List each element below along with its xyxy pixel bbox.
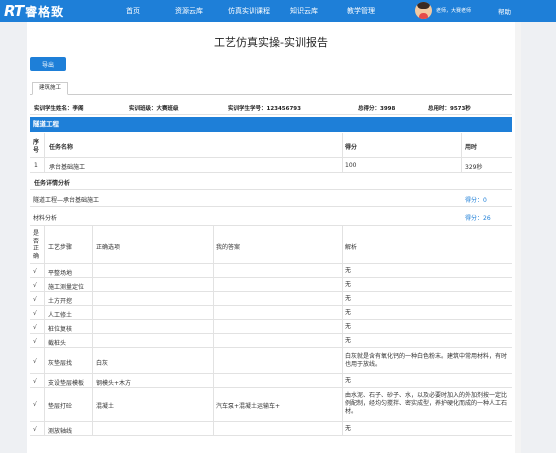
col-correct-option: 正确选项	[96, 244, 121, 251]
correct-mark: √	[33, 268, 37, 275]
subtask-name: 隧道工程—承台基础施工	[33, 197, 100, 204]
tab-construction[interactable]: 建筑施工	[32, 82, 69, 95]
table-row: √ 平整场地 无	[30, 264, 512, 278]
step-name: 截桩头	[48, 340, 67, 347]
nav-item-knowledge[interactable]: 知识云库	[290, 6, 318, 16]
material-row: 材料分析 得分：26	[30, 207, 512, 226]
correct-mark: √	[33, 310, 37, 317]
task-table-header: 序号 任务名称 得分 用时	[30, 133, 512, 158]
tab-bar: 建筑施工	[30, 82, 512, 95]
correct-mark: √	[33, 296, 37, 303]
step-analysis: 无	[345, 309, 352, 316]
step-name: 灰垫层找	[48, 360, 73, 367]
step-name: 土方开挖	[48, 298, 73, 305]
step-name: 人工修土	[48, 312, 73, 319]
step-name: 施工测量定位	[48, 284, 85, 291]
step-analysis: 无	[345, 425, 352, 432]
user-name[interactable]: 老师，大赛老师	[436, 7, 471, 14]
table-row: √ 人工修土 无	[30, 306, 512, 320]
nav-item-home[interactable]: 首页	[126, 6, 140, 16]
avatar[interactable]	[415, 2, 432, 19]
step-table-body: √ 平整场地 无 √ 施工测量定位 无 √ 土方开挖 无 √ 人工修土 无 √ …	[30, 264, 512, 436]
step-analysis: 无	[345, 281, 352, 288]
material-label: 材料分析	[33, 215, 58, 222]
task-score: 100	[345, 162, 357, 169]
correct-option: 钢模头+木方	[96, 380, 132, 387]
correct-mark: √	[33, 358, 37, 365]
table-row: √ 桩位复核 无	[30, 320, 512, 334]
step-analysis: 无	[345, 295, 352, 302]
correct-mark: √	[33, 378, 37, 385]
table-row: √ 灰垫层找 白灰 白灰就是含有氧化钙的一种白色粉末。建筑中常用材料，有时也用于…	[30, 348, 512, 374]
col-task-name: 任务名称	[49, 144, 74, 151]
task-time: 329秒	[465, 164, 483, 171]
section-header: 隧道工程	[30, 117, 512, 132]
nav-item-sim-courses[interactable]: 仿真实训课程	[228, 6, 270, 16]
scrollbar[interactable]	[515, 22, 521, 453]
step-name: 桩位复核	[48, 326, 73, 333]
nav-item-resources[interactable]: 资源云库	[175, 6, 203, 16]
logo-name: 睿格致	[25, 4, 65, 19]
col-my-answer: 我的答案	[216, 244, 241, 251]
page-title: 工艺仿真实操-实训报告	[214, 36, 328, 49]
col-correct: 是否正确	[33, 230, 40, 260]
detail-heading: 任务详情分析	[30, 173, 512, 190]
step-analysis: 无	[345, 267, 352, 274]
step-name: 测放轴线	[48, 428, 73, 435]
step-analysis: 无	[345, 377, 352, 384]
step-analysis: 无	[345, 323, 352, 330]
detail-heading-text: 任务详情分析	[34, 180, 71, 187]
col-index: 序号	[33, 139, 40, 154]
subtask-score: 得分：0	[465, 197, 487, 204]
step-analysis: 白灰就是含有氧化钙的一种白色粉末。建筑中常用材料，有时也用于放线。	[345, 353, 508, 368]
col-step: 工艺步骤	[48, 244, 73, 251]
nav-item-teaching[interactable]: 教学管理	[347, 6, 375, 16]
step-name: 垫层打砼	[48, 403, 73, 410]
step-table-header: 是否正确 工艺步骤 正确选项 我的答案 解析	[30, 226, 512, 264]
student-class: 实训班级：大赛班级	[129, 106, 179, 112]
step-name: 支设垫层模板	[48, 380, 85, 387]
correct-mark: √	[33, 282, 37, 289]
col-analysis: 解析	[345, 244, 358, 251]
export-button[interactable]: 导出	[30, 57, 66, 71]
correct-mark: √	[33, 338, 37, 345]
table-row: √ 土方开挖 无	[30, 292, 512, 306]
correct-option: 混凝土	[96, 403, 115, 410]
help-link[interactable]: 帮助	[498, 6, 511, 16]
correct-mark: √	[33, 401, 37, 408]
col-time: 用时	[465, 144, 478, 151]
table-row: 1 承台基础施工 100 329秒	[30, 158, 512, 173]
table-row: √ 垫层打砼 混凝土 汽车泵+混凝土运输车+ 由水泥、石子、砂子、水，以及必要时…	[30, 388, 512, 422]
step-analysis: 由水泥、石子、砂子、水，以及必要时加入的外加剂按一定比例配制，经均匀搅拌、密实成…	[345, 392, 508, 415]
col-score: 得分	[345, 144, 358, 151]
my-answer: 汽车泵+混凝土运输车+	[216, 403, 281, 410]
correct-mark: √	[33, 324, 37, 331]
material-score: 得分：26	[465, 215, 491, 222]
subtask-row: 隧道工程—承台基础施工 得分：0	[30, 190, 512, 207]
table-row: √ 支设垫层模板 钢模头+木方 无	[30, 374, 512, 388]
correct-mark: √	[33, 426, 37, 433]
correct-option: 白灰	[96, 360, 109, 367]
table-row: √ 截桩头 无	[30, 334, 512, 348]
student-id: 实训学生学号：123456793	[228, 106, 301, 112]
student-name: 实训学生姓名：李阁	[34, 106, 84, 112]
table-row: √ 施工测量定位 无	[30, 278, 512, 292]
total-time: 总用时：9573秒	[428, 106, 471, 112]
student-info-row: 实训学生姓名：李阁 实训班级：大赛班级 实训学生学号：123456793 总得分…	[30, 100, 512, 115]
task-index: 1	[34, 162, 38, 169]
step-analysis: 无	[345, 337, 352, 344]
step-name: 平整场地	[48, 270, 73, 277]
task-name: 承台基础施工	[49, 164, 86, 171]
top-navigation-bar: RT 睿格致 首页 资源云库 仿真实训课程 知识云库 教学管理 老师，大赛老师 …	[0, 0, 556, 22]
logo-rt: RT	[4, 2, 24, 20]
brand-logo[interactable]: RT 睿格致	[4, 2, 64, 20]
report-panel: 工艺仿真实操-实训报告 导出 建筑施工 实训学生姓名：李阁 实训班级：大赛班级 …	[27, 22, 515, 453]
table-row: √ 测放轴线 无	[30, 422, 512, 436]
total-score: 总得分：3998	[358, 106, 396, 112]
